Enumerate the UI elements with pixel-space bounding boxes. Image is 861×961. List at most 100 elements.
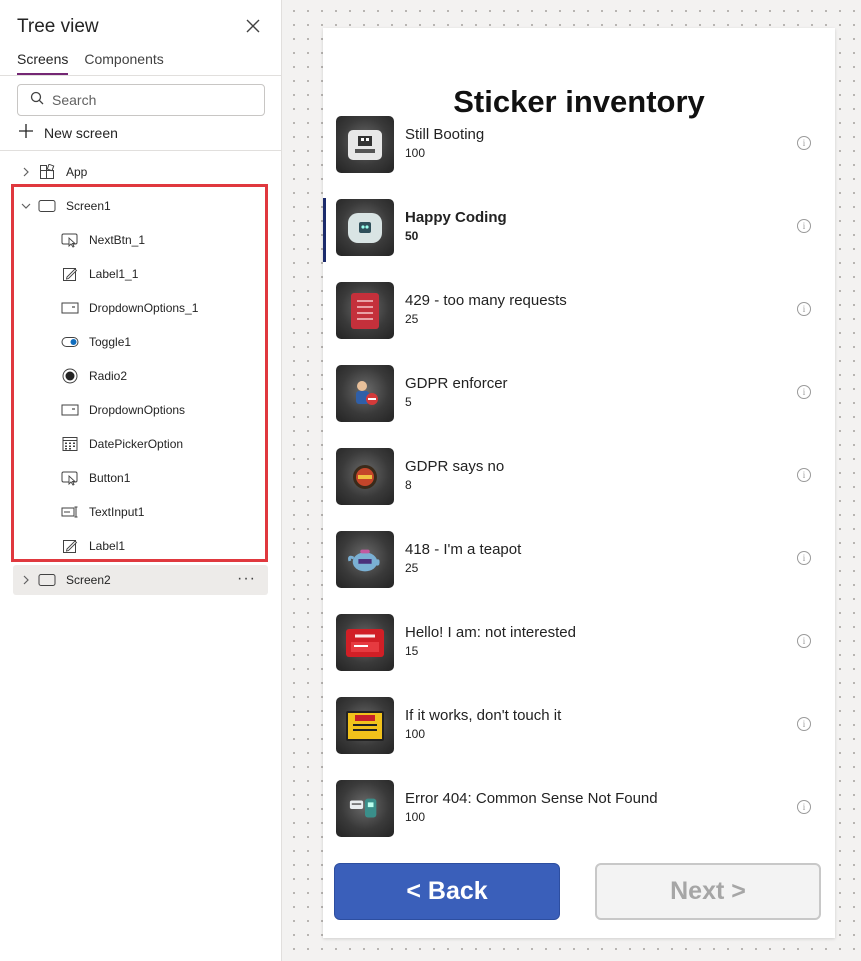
sticker-thumbnail xyxy=(336,282,394,339)
dropdown-icon xyxy=(61,300,79,316)
tree-item-screen2[interactable]: Screen2 ··· xyxy=(13,565,268,595)
tab-screens[interactable]: Screens xyxy=(17,51,69,75)
tree-item-dropdownoptions[interactable]: DropdownOptions xyxy=(13,395,268,425)
button-icon xyxy=(61,232,79,248)
tree-item-datepickeroption[interactable]: DatePickerOption xyxy=(13,429,268,459)
sticker-image xyxy=(348,379,382,409)
gallery-item[interactable]: 429 - too many requests 25 i xyxy=(323,279,835,362)
item-name: 418 - I'm a teapot xyxy=(405,541,522,558)
info-icon[interactable]: i xyxy=(797,385,811,399)
item-quantity: 25 xyxy=(405,312,419,326)
item-name: Still Booting xyxy=(405,126,485,143)
tree-item-label: TextInput1 xyxy=(89,505,145,519)
new-screen-label: New screen xyxy=(44,124,118,141)
item-name: GDPR enforcer xyxy=(405,375,508,392)
tree-item-button1[interactable]: Button1 xyxy=(13,463,268,493)
item-quantity: 100 xyxy=(405,146,426,160)
tree-item-radio2[interactable]: Radio2 xyxy=(13,361,268,391)
search-box[interactable] xyxy=(17,84,265,116)
tree-item-label: DropdownOptions xyxy=(89,403,186,417)
info-icon[interactable]: i xyxy=(797,219,811,233)
radio-icon xyxy=(61,368,79,384)
tabs-divider xyxy=(0,75,281,76)
calendar-icon xyxy=(61,436,79,452)
sticker-image xyxy=(348,545,382,575)
tree-item-label1-1[interactable]: Label1_1 xyxy=(13,259,268,289)
panel-divider xyxy=(0,150,281,151)
label-icon xyxy=(61,538,79,554)
info-icon[interactable]: i xyxy=(797,468,811,482)
tree-item-app[interactable]: App xyxy=(13,157,268,187)
item-quantity: 5 xyxy=(405,395,412,409)
gallery-item[interactable]: Still Booting 100 i xyxy=(323,113,835,196)
app-icon xyxy=(38,164,56,180)
tree-item-label: Button1 xyxy=(89,471,131,485)
gallery-item[interactable]: Happy Coding 50 i xyxy=(323,196,835,279)
tree-item-label: Screen2 xyxy=(66,573,111,587)
tree-item-label: Toggle1 xyxy=(89,335,132,349)
search-icon xyxy=(30,91,44,110)
sticker-image xyxy=(346,710,384,741)
item-name: GDPR says no xyxy=(405,458,505,475)
tab-components[interactable]: Components xyxy=(84,51,163,75)
next-button[interactable]: Next > xyxy=(595,863,821,920)
info-icon[interactable]: i xyxy=(797,136,811,150)
sticker-thumbnail xyxy=(336,614,394,671)
gallery-item[interactable]: Error 404: Common Sense Not Found 100 i xyxy=(323,777,835,860)
sticker-image xyxy=(348,794,382,824)
tree-item-nextbtn-1[interactable]: NextBtn_1 xyxy=(13,225,268,255)
tree-tabs: Screens Components xyxy=(17,51,164,75)
chevron-right-icon[interactable] xyxy=(20,574,32,586)
sticker-thumbnail xyxy=(336,365,394,422)
sticker-thumbnail xyxy=(336,199,394,256)
sticker-thumbnail xyxy=(336,697,394,754)
info-icon[interactable]: i xyxy=(797,302,811,316)
text-input-icon xyxy=(61,504,79,520)
item-quantity: 25 xyxy=(405,561,419,575)
tree-item-toggle1[interactable]: Toggle1 xyxy=(13,327,268,357)
info-icon[interactable]: i xyxy=(797,717,811,731)
info-icon[interactable]: i xyxy=(797,634,811,648)
back-button[interactable]: < Back xyxy=(334,863,560,920)
item-quantity: 100 xyxy=(405,727,426,741)
tree-item-label: App xyxy=(66,165,88,179)
tree-item-label: NextBtn_1 xyxy=(89,233,146,247)
dropdown-icon xyxy=(61,402,79,418)
tree-item-label: Radio2 xyxy=(89,369,128,383)
tree-item-textinput1[interactable]: TextInput1 xyxy=(13,497,268,527)
screen-icon xyxy=(38,572,56,588)
tree-item-label: Screen1 xyxy=(66,199,111,213)
gallery-item[interactable]: GDPR enforcer 5 i xyxy=(323,362,835,445)
plus-icon xyxy=(18,123,34,142)
gallery-item[interactable]: Hello! I am: not interested 15 i xyxy=(323,611,835,694)
sticker-thumbnail xyxy=(336,531,394,588)
sticker-image xyxy=(348,462,382,492)
chevron-down-icon[interactable] xyxy=(20,200,32,212)
app-screen-preview: Sticker inventory Still Booting 100 i Ha… xyxy=(323,28,835,938)
tree-item-label1[interactable]: Label1 xyxy=(13,531,268,561)
sticker-thumbnail xyxy=(336,448,394,505)
tree-view-panel: Tree view Screens Components New screen … xyxy=(0,0,282,961)
item-name: Error 404: Common Sense Not Found xyxy=(405,790,658,807)
gallery-item[interactable]: If it works, don't touch it 100 i xyxy=(323,694,835,777)
item-name: If it works, don't touch it xyxy=(405,707,562,724)
new-screen-button[interactable]: New screen xyxy=(18,123,118,142)
sticker-image xyxy=(348,212,382,243)
tree-item-label: DropdownOptions_1 xyxy=(89,301,199,315)
close-icon[interactable] xyxy=(244,17,262,35)
item-name: 429 - too many requests xyxy=(405,292,567,309)
gallery-item[interactable]: 418 - I'm a teapot 25 i xyxy=(323,528,835,611)
tree-item-label: DatePickerOption xyxy=(89,437,184,451)
info-icon[interactable]: i xyxy=(797,551,811,565)
tree-item-label: Label1 xyxy=(89,539,126,553)
sticker-thumbnail xyxy=(336,780,394,837)
more-options-icon[interactable]: ··· xyxy=(237,571,256,587)
search-input[interactable] xyxy=(52,92,242,108)
tree-item-screen1[interactable]: Screen1 xyxy=(13,191,268,221)
sticker-image xyxy=(351,292,379,329)
chevron-right-icon[interactable] xyxy=(20,166,32,178)
info-icon[interactable]: i xyxy=(797,800,811,814)
screen-icon xyxy=(38,198,56,214)
tree-item-dropdownoptions-1[interactable]: DropdownOptions_1 xyxy=(13,293,268,323)
gallery-item[interactable]: GDPR says no 8 i xyxy=(323,445,835,528)
